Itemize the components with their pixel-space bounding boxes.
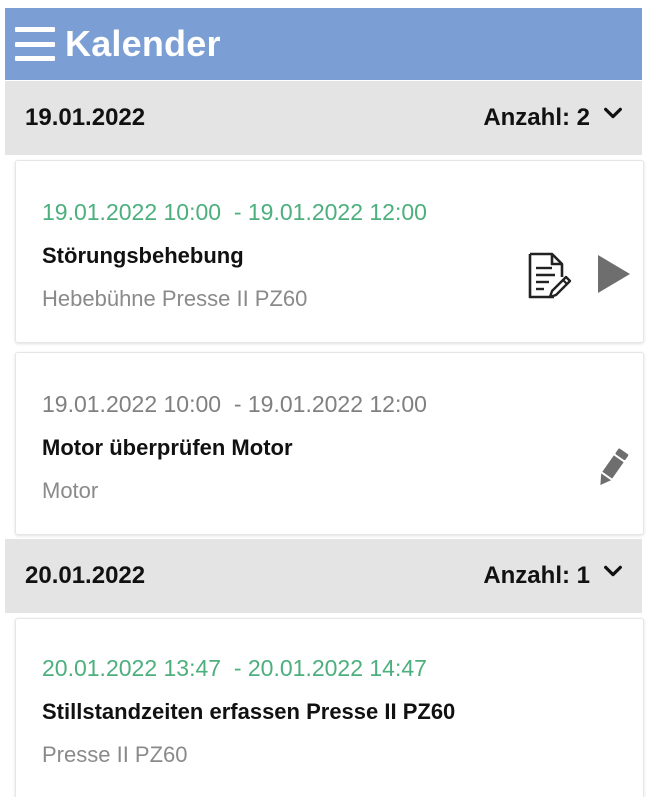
calendar-entry-card[interactable]: 19.01.2022 10:00 - 19.01.2022 12:00 Stör… [15,160,644,343]
chevron-down-icon[interactable] [602,102,624,124]
entry-time-range: 20.01.2022 13:47 - 20.01.2022 14:47 [42,655,427,681]
entry-subtitle: Motor [42,478,99,503]
day-count: Anzahl: 1 [483,562,590,589]
chevron-down-icon[interactable] [602,560,624,582]
play-icon[interactable] [596,253,632,295]
calendar-screen: Kalender 19.01.2022 Anzahl: 2 19.01.2022… [0,0,649,797]
entry-title: Motor überprüfen Motor [42,435,293,460]
pencil-icon[interactable] [594,445,632,489]
day-group-header[interactable]: 20.01.2022 Anzahl: 1 [5,539,642,613]
day-count: Anzahl: 2 [483,104,590,131]
document-edit-icon[interactable] [524,251,572,301]
day-date: 19.01.2022 [25,104,146,131]
day-date: 20.01.2022 [25,562,146,589]
calendar-entry-card[interactable]: 20.01.2022 13:47 - 20.01.2022 14:47 Stil… [15,618,644,797]
app-bar: Kalender [5,8,642,80]
menu-icon[interactable] [15,27,55,61]
entry-subtitle: Presse II PZ60 [42,742,188,767]
entry-time-range: 19.01.2022 10:00 - 19.01.2022 12:00 [42,199,427,225]
page-title: Kalender [65,23,221,64]
day-group-header[interactable]: 19.01.2022 Anzahl: 2 [5,81,642,155]
entry-title: Stillstandzeiten erfassen Presse II PZ60 [42,699,456,724]
day-count-toggle[interactable]: Anzahl: 2 [483,104,624,132]
calendar-entry-card[interactable]: 19.01.2022 10:00 - 19.01.2022 12:00 Moto… [15,352,644,535]
day-count-toggle[interactable]: Anzahl: 1 [483,562,624,590]
entry-title: Störungsbehebung [42,243,244,268]
entry-time-range: 19.01.2022 10:00 - 19.01.2022 12:00 [42,391,427,417]
entry-subtitle: Hebebühne Presse II PZ60 [42,286,308,311]
